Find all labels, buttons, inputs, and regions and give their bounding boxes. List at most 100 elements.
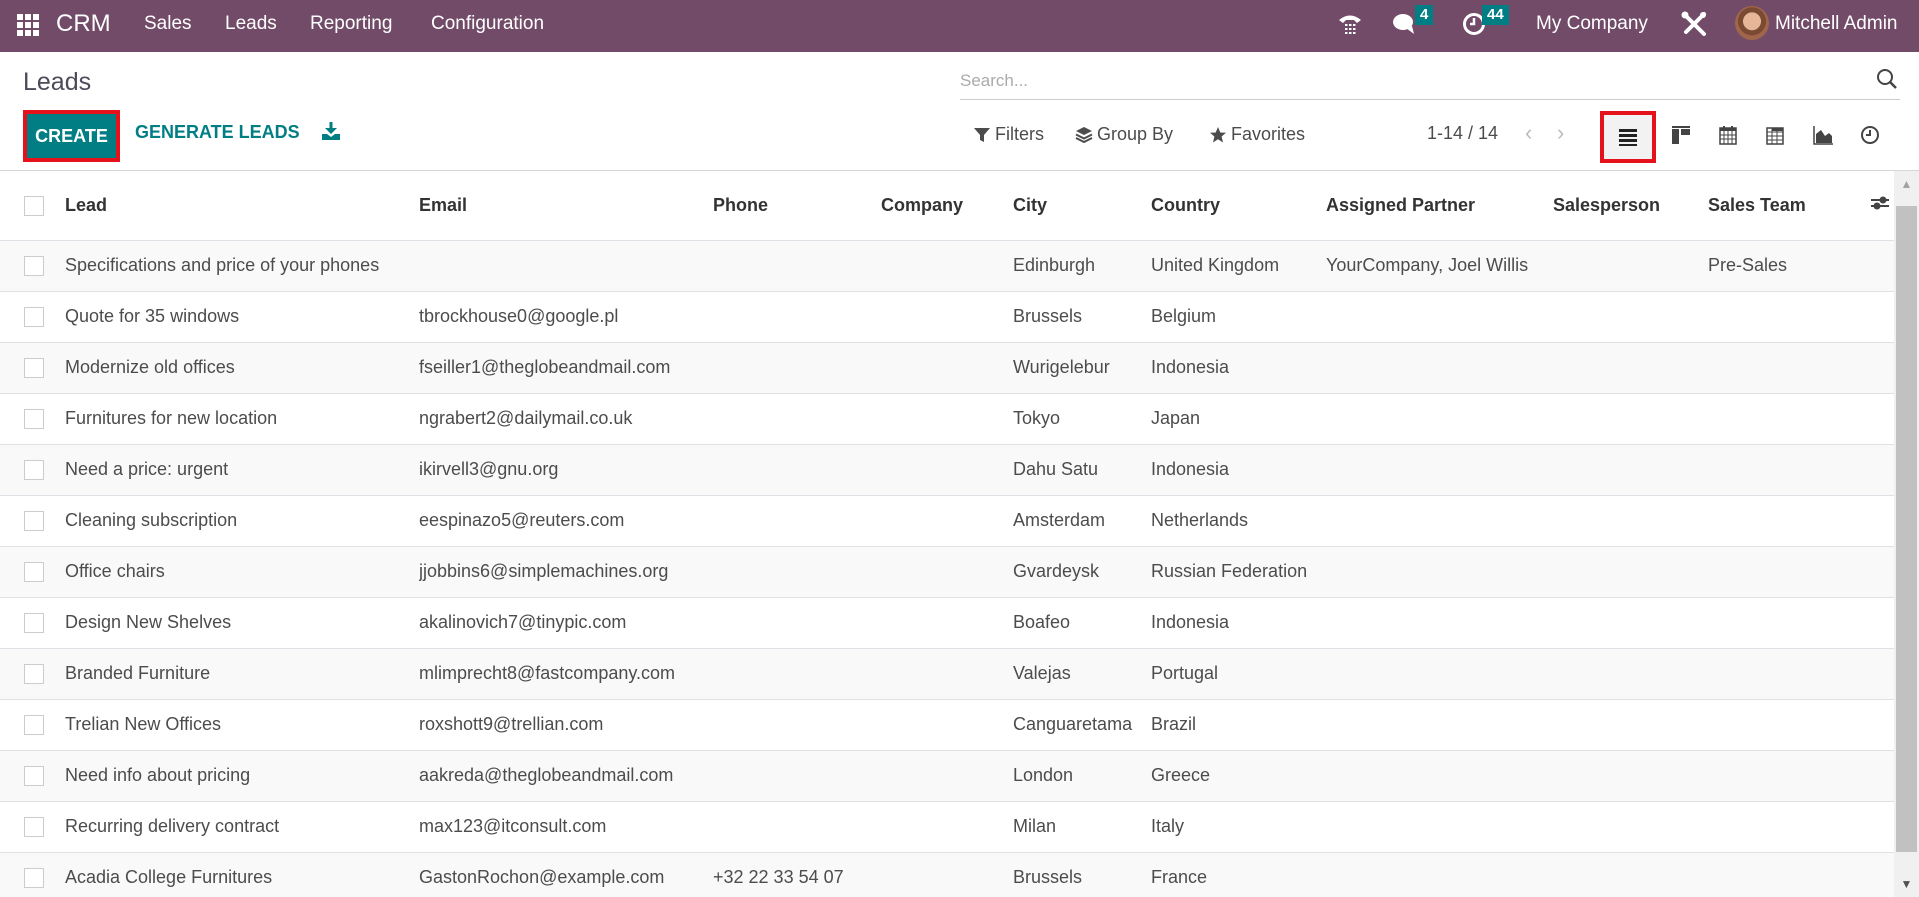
- cell-city[interactable]: Tokyo: [1013, 393, 1151, 445]
- cell-assigned-partner[interactable]: [1326, 801, 1553, 853]
- cell-country[interactable]: United Kingdom: [1151, 240, 1326, 292]
- debug-tools-icon[interactable]: [1680, 10, 1708, 44]
- cell-city[interactable]: Amsterdam: [1013, 495, 1151, 547]
- cell-company[interactable]: [881, 546, 1013, 598]
- table-row[interactable]: Specifications and price of your phones E…: [0, 240, 1894, 292]
- cell-email[interactable]: jjobbins6@simplemachines.org: [419, 546, 713, 598]
- cell-company[interactable]: [881, 801, 1013, 853]
- row-checkbox[interactable]: [24, 358, 44, 379]
- cell-email[interactable]: mlimprecht8@fastcompany.com: [419, 648, 713, 700]
- row-checkbox[interactable]: [24, 664, 44, 685]
- cell-assigned-partner[interactable]: [1326, 393, 1553, 445]
- search-icon[interactable]: [1876, 68, 1898, 90]
- company-switcher[interactable]: My Company: [1536, 13, 1648, 35]
- cell-assigned-partner[interactable]: [1326, 342, 1553, 394]
- cell-country[interactable]: Brazil: [1151, 699, 1326, 751]
- cell-city[interactable]: Edinburgh: [1013, 240, 1151, 292]
- cell-sales-team[interactable]: Pre-Sales: [1708, 240, 1869, 292]
- cell-sales-team[interactable]: [1708, 495, 1869, 547]
- cell-email[interactable]: eespinazo5@reuters.com: [419, 495, 713, 547]
- row-checkbox[interactable]: [24, 256, 44, 277]
- cell-city[interactable]: Brussels: [1013, 852, 1151, 897]
- cell-email[interactable]: fseiller1@theglobeandmail.com: [419, 342, 713, 394]
- cell-lead[interactable]: Cleaning subscription: [65, 495, 419, 547]
- cell-salesperson[interactable]: [1553, 699, 1708, 751]
- menu-reporting[interactable]: Reporting: [310, 13, 392, 35]
- cell-country[interactable]: Russian Federation: [1151, 546, 1326, 598]
- cell-company[interactable]: [881, 444, 1013, 496]
- cell-city[interactable]: Milan: [1013, 801, 1151, 853]
- app-brand[interactable]: CRM: [56, 10, 111, 38]
- cell-city[interactable]: Wurigelebur: [1013, 342, 1151, 394]
- cell-country[interactable]: Italy: [1151, 801, 1326, 853]
- cell-lead[interactable]: Acadia College Furnitures: [65, 852, 419, 897]
- cell-assigned-partner[interactable]: [1326, 291, 1553, 343]
- cell-salesperson[interactable]: [1553, 342, 1708, 394]
- scroll-up-arrow-icon[interactable]: ▲: [1894, 177, 1919, 195]
- cell-company[interactable]: [881, 597, 1013, 649]
- cell-phone[interactable]: [713, 240, 881, 292]
- cell-sales-team[interactable]: [1708, 801, 1869, 853]
- cell-salesperson[interactable]: [1553, 393, 1708, 445]
- cell-phone[interactable]: [713, 342, 881, 394]
- cell-company[interactable]: [881, 699, 1013, 751]
- cell-sales-team[interactable]: [1708, 750, 1869, 802]
- cell-country[interactable]: Portugal: [1151, 648, 1326, 700]
- cell-country[interactable]: Netherlands: [1151, 495, 1326, 547]
- user-menu[interactable]: Mitchell Admin: [1775, 13, 1898, 35]
- row-checkbox[interactable]: [24, 562, 44, 583]
- cell-salesperson[interactable]: [1553, 495, 1708, 547]
- row-checkbox[interactable]: [24, 766, 44, 787]
- cell-email[interactable]: [419, 240, 713, 292]
- cell-salesperson[interactable]: [1553, 648, 1708, 700]
- generate-leads-button[interactable]: GENERATE LEADS: [135, 122, 300, 143]
- cell-lead[interactable]: Design New Shelves: [65, 597, 419, 649]
- cell-sales-team[interactable]: [1708, 648, 1869, 700]
- cell-phone[interactable]: [713, 546, 881, 598]
- cell-email[interactable]: ngrabert2@dailymail.co.uk: [419, 393, 713, 445]
- cell-email[interactable]: aakreda@theglobeandmail.com: [419, 750, 713, 802]
- cell-email[interactable]: GastonRochon@example.com: [419, 852, 713, 897]
- pager-next-icon[interactable]: ›: [1557, 120, 1564, 146]
- cell-salesperson[interactable]: [1553, 444, 1708, 496]
- cell-lead[interactable]: Need info about pricing: [65, 750, 419, 802]
- cell-country[interactable]: Japan: [1151, 393, 1326, 445]
- cell-company[interactable]: [881, 393, 1013, 445]
- cell-phone[interactable]: [713, 444, 881, 496]
- cell-assigned-partner[interactable]: [1326, 495, 1553, 547]
- table-row[interactable]: Modernize old offices fseiller1@theglobea…: [0, 342, 1894, 394]
- scrollbar-thumb[interactable]: [1896, 206, 1917, 852]
- cell-phone[interactable]: [713, 291, 881, 343]
- cell-assigned-partner[interactable]: YourCompany, Joel Willis: [1326, 240, 1553, 292]
- apps-menu-icon[interactable]: [17, 14, 39, 36]
- cell-lead[interactable]: Specifications and price of your phones: [65, 240, 419, 292]
- cell-phone[interactable]: [713, 750, 881, 802]
- cell-country[interactable]: Greece: [1151, 750, 1326, 802]
- filters-button[interactable]: Filters: [973, 124, 1044, 145]
- table-row[interactable]: Furnitures for new location ngrabert2@dai…: [0, 393, 1894, 445]
- row-checkbox[interactable]: [24, 307, 44, 328]
- cell-assigned-partner[interactable]: [1326, 597, 1553, 649]
- cell-assigned-partner[interactable]: [1326, 648, 1553, 700]
- cell-email[interactable]: akalinovich7@tinypic.com: [419, 597, 713, 649]
- view-activity-button[interactable]: [1848, 113, 1892, 157]
- column-header-lead[interactable]: Lead: [65, 171, 419, 241]
- table-row[interactable]: Trelian New Offices roxshott9@trellian.co…: [0, 699, 1894, 751]
- row-checkbox[interactable]: [24, 409, 44, 430]
- table-row[interactable]: Office chairs jjobbins6@simplemachines.or…: [0, 546, 1894, 598]
- cell-lead[interactable]: Modernize old offices: [65, 342, 419, 394]
- cell-country[interactable]: Indonesia: [1151, 342, 1326, 394]
- cell-lead[interactable]: Office chairs: [65, 546, 419, 598]
- group-by-button[interactable]: Group By: [1075, 124, 1173, 145]
- cell-company[interactable]: [881, 648, 1013, 700]
- cell-phone[interactable]: [713, 699, 881, 751]
- optional-columns-icon[interactable]: [1869, 192, 1891, 214]
- create-button[interactable]: CREATE: [23, 110, 120, 162]
- view-kanban-button[interactable]: [1659, 113, 1703, 157]
- row-checkbox[interactable]: [24, 715, 44, 736]
- cell-salesperson[interactable]: [1553, 750, 1708, 802]
- table-row[interactable]: Need a price: urgent ikirvell3@gnu.org Dah…: [0, 444, 1894, 496]
- row-checkbox[interactable]: [24, 868, 44, 889]
- view-pivot-button[interactable]: [1753, 113, 1797, 157]
- download-icon[interactable]: [320, 120, 342, 142]
